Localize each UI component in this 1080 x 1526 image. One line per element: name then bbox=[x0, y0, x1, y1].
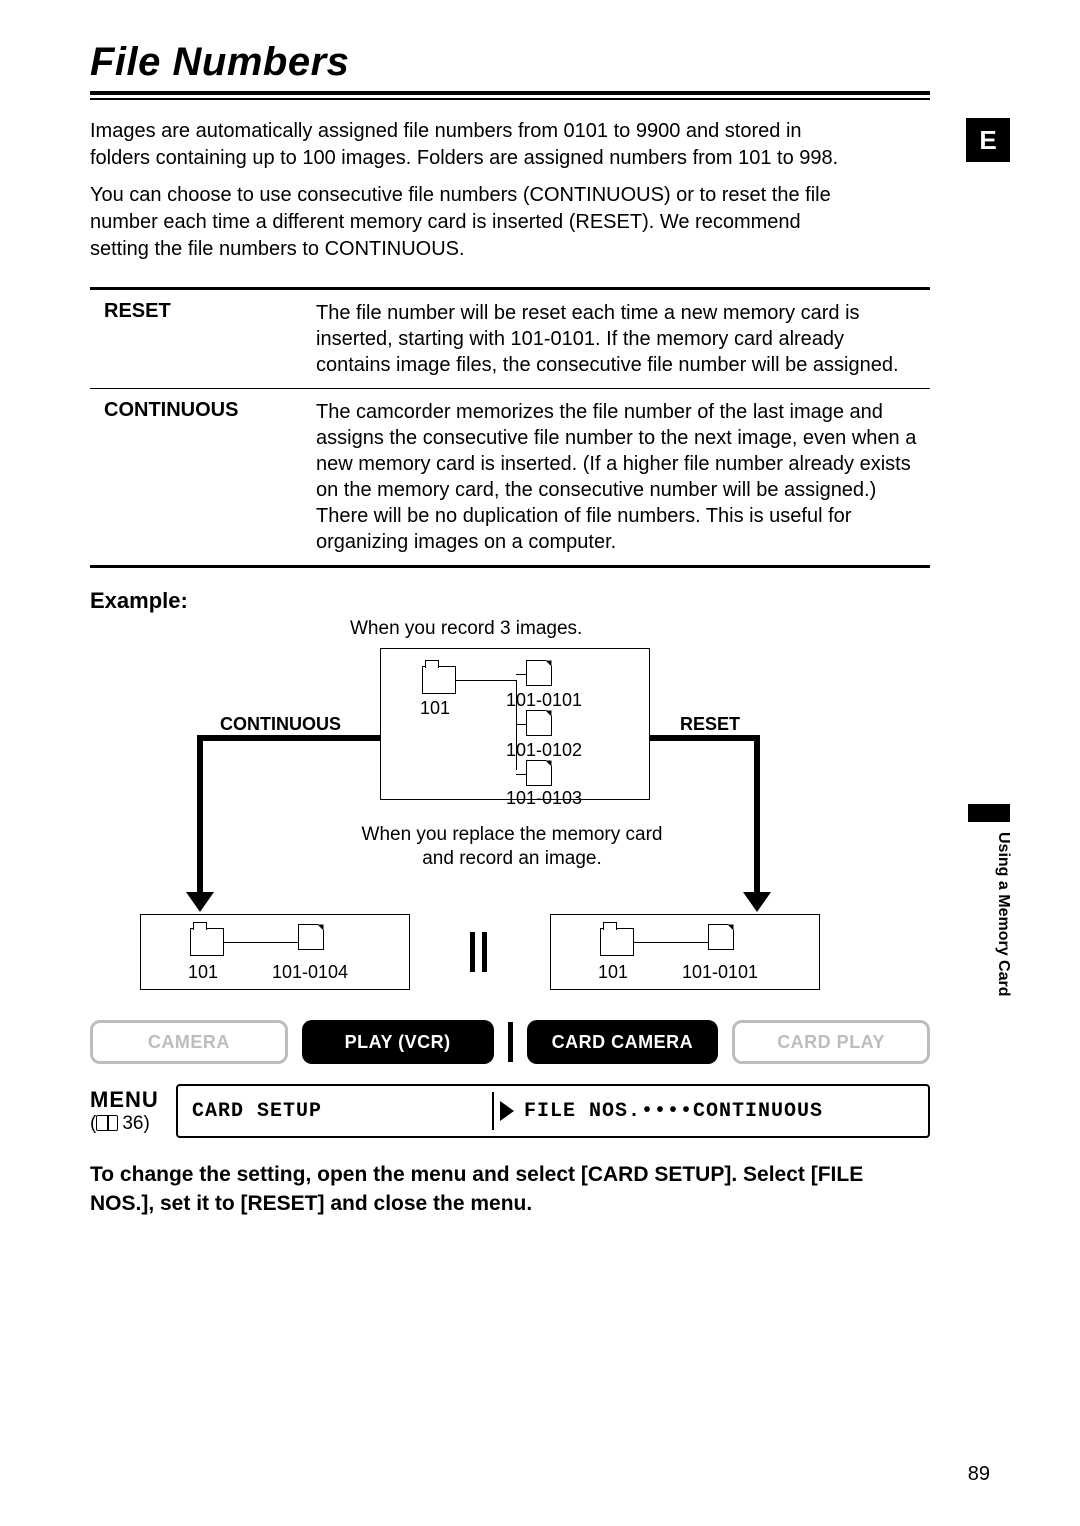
folder-number: 101 bbox=[420, 698, 450, 719]
left-file: 101-0104 bbox=[272, 962, 348, 983]
section-label: Using a Memory Card bbox=[994, 832, 1012, 996]
section-marker bbox=[968, 804, 1010, 822]
page-title: File Numbers bbox=[90, 40, 1010, 85]
arrow-down-icon bbox=[743, 892, 771, 912]
reset-branch-label: RESET bbox=[680, 714, 740, 735]
definitions-table: RESET The file number will be reset each… bbox=[90, 287, 930, 568]
intro-paragraph-1: Images are automatically assigned file n… bbox=[90, 118, 850, 172]
term-reset: RESET bbox=[90, 290, 310, 388]
page-number: 89 bbox=[968, 1463, 990, 1486]
language-tab: E bbox=[966, 118, 1010, 162]
table-row: RESET The file number will be reset each… bbox=[90, 290, 930, 388]
mode-card-camera: CARD CAMERA bbox=[527, 1020, 719, 1064]
file-2: 101-0102 bbox=[506, 740, 582, 761]
caption-top: When you record 3 images. bbox=[350, 618, 582, 640]
triangle-right-icon bbox=[500, 1101, 514, 1121]
file-3: 101-0103 bbox=[506, 788, 582, 809]
image-icon bbox=[526, 760, 552, 786]
continuous-branch-label: CONTINUOUS bbox=[220, 714, 341, 735]
right-file: 101-0101 bbox=[682, 962, 758, 983]
book-icon bbox=[96, 1115, 118, 1131]
mode-play-vcr: PLAY (VCR) bbox=[302, 1020, 494, 1064]
desc-continuous: The camcorder memorizes the file number … bbox=[310, 389, 930, 565]
image-icon bbox=[708, 924, 734, 950]
folder-icon bbox=[600, 928, 634, 956]
instruction-text: To change the setting, open the menu and… bbox=[90, 1160, 930, 1219]
menu-path: MENU (36) CARD SETUP FILE NOS.••••CONTIN… bbox=[90, 1084, 930, 1138]
caption-mid-2: and record an image. bbox=[352, 848, 672, 870]
mode-camera: CAMERA bbox=[90, 1020, 288, 1064]
mode-selector: CAMERA PLAY (VCR) CARD CAMERA CARD PLAY bbox=[90, 1020, 930, 1064]
caption-mid-1: When you replace the memory card bbox=[352, 824, 672, 846]
folder-icon bbox=[190, 928, 224, 956]
example-diagram: When you record 3 images. 101 101-0101 1… bbox=[90, 614, 930, 1014]
menu-item-file-nos: FILE NOS.••••CONTINUOUS bbox=[478, 1100, 823, 1123]
menu-label: MENU bbox=[90, 1087, 162, 1113]
intro-paragraph-2: You can choose to use consecutive file n… bbox=[90, 182, 850, 263]
left-folder-num: 101 bbox=[188, 962, 218, 983]
table-row: CONTINUOUS The camcorder memorizes the f… bbox=[90, 388, 930, 565]
image-icon bbox=[526, 660, 552, 686]
image-icon bbox=[298, 924, 324, 950]
mode-card-play: CARD PLAY bbox=[732, 1020, 930, 1064]
right-folder-num: 101 bbox=[598, 962, 628, 983]
term-continuous: CONTINUOUS bbox=[90, 389, 310, 565]
arrow-down-icon bbox=[186, 892, 214, 912]
image-icon bbox=[526, 710, 552, 736]
menu-item-card-setup: CARD SETUP bbox=[178, 1100, 478, 1123]
file-1: 101-0101 bbox=[506, 690, 582, 711]
folder-icon bbox=[422, 666, 456, 694]
divider-icon bbox=[508, 1022, 513, 1062]
menu-ref: (36) bbox=[90, 1113, 162, 1135]
desc-reset: The file number will be reset each time … bbox=[310, 290, 930, 388]
title-rule bbox=[90, 91, 930, 100]
example-label: Example: bbox=[90, 588, 1010, 614]
